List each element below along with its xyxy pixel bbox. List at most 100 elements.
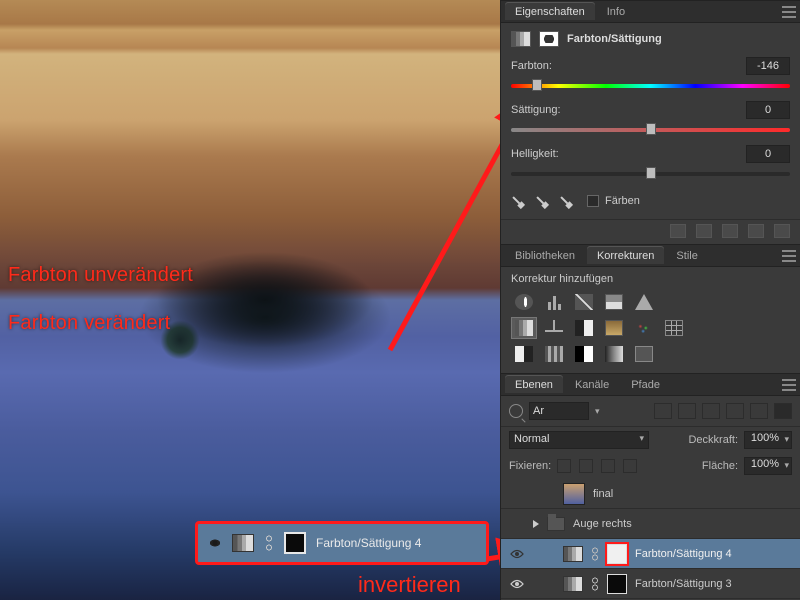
visibility-toggle[interactable] <box>509 546 525 562</box>
eyedropper-add-icon[interactable] <box>532 192 552 212</box>
adjustments-panel: Bibliotheken Korrekturen Stile Korrektur… <box>501 244 800 373</box>
layer-row-hue-sat-4[interactable]: Farbton/Sättigung 4 <box>501 539 800 569</box>
curves-icon[interactable] <box>571 291 597 313</box>
selective-color-icon[interactable] <box>631 343 657 365</box>
black-white-icon[interactable] <box>571 317 597 339</box>
eye-icon <box>510 549 524 559</box>
lock-all-icon[interactable] <box>623 459 637 473</box>
saturation-slider-thumb[interactable] <box>646 123 656 135</box>
colorize-checkbox[interactable] <box>587 195 599 207</box>
filter-pixel-icon[interactable] <box>654 403 672 419</box>
mask-thumbnail[interactable] <box>607 574 627 594</box>
tab-properties[interactable]: Eigenschaften <box>505 3 595 20</box>
layer-row-group-auge-rechts[interactable]: Auge rechts <box>501 509 800 539</box>
reset-adjustment-icon[interactable] <box>722 224 738 238</box>
adjustment-thumbnail[interactable] <box>563 546 583 562</box>
layer-name: Farbton/Sättigung 4 <box>635 548 732 560</box>
lock-pixels-icon[interactable] <box>579 459 593 473</box>
channel-mixer-icon[interactable] <box>631 317 657 339</box>
toggle-visibility-icon[interactable] <box>748 224 764 238</box>
view-previous-state-icon[interactable] <box>696 224 712 238</box>
tab-libraries[interactable]: Bibliotheken <box>505 247 585 264</box>
adjustment-thumbnail-icon <box>232 534 254 552</box>
colorize-label: Färben <box>605 195 640 207</box>
lock-label: Fixieren: <box>509 460 551 472</box>
visibility-eye-icon <box>208 536 222 550</box>
adjustments-hint: Korrektur hinzufügen <box>511 273 790 285</box>
layers-panel: Ebenen Kanäle Pfade ▾ <box>501 373 800 600</box>
layer-thumbnail[interactable] <box>563 483 585 505</box>
visibility-toggle[interactable] <box>509 486 525 502</box>
saturation-label: Sättigung: <box>511 104 561 116</box>
opacity-input[interactable]: 100% <box>744 431 792 449</box>
properties-panel: Eigenschaften Info Farbton/Sättigung Far… <box>501 0 800 244</box>
delete-adjustment-icon[interactable] <box>774 224 790 238</box>
fill-input[interactable]: 100% <box>744 457 792 475</box>
saturation-slider[interactable] <box>511 125 790 135</box>
brightness-contrast-icon[interactable] <box>511 291 537 313</box>
color-lookup-icon[interactable] <box>661 317 687 339</box>
tab-layers[interactable]: Ebenen <box>505 376 563 393</box>
adjustment-type-icon[interactable] <box>511 31 531 47</box>
hue-saturation-icon[interactable] <box>511 317 537 339</box>
eyedropper-icon[interactable] <box>508 192 528 212</box>
lightness-slider[interactable] <box>511 169 790 179</box>
clip-to-layer-icon[interactable] <box>670 224 686 238</box>
gradient-map-icon[interactable] <box>601 343 627 365</box>
vibrance-icon[interactable] <box>631 291 657 313</box>
filter-toggle-icon[interactable] <box>774 403 792 419</box>
layer-name: Farbton/Sättigung 3 <box>635 578 732 590</box>
tab-channels[interactable]: Kanäle <box>565 376 619 393</box>
search-icon[interactable] <box>509 404 523 418</box>
tab-paths[interactable]: Pfade <box>621 376 670 393</box>
hue-slider[interactable] <box>511 81 790 91</box>
tab-styles[interactable]: Stile <box>666 247 707 264</box>
document-viewport[interactable]: Farbton unverändert Farbton verändert Fa… <box>0 0 500 600</box>
filter-adjustment-icon[interactable] <box>678 403 696 419</box>
filter-type-icon[interactable] <box>702 403 720 419</box>
annotation-invert-label: invertieren <box>358 572 461 598</box>
saturation-value-input[interactable]: 0 <box>746 101 790 119</box>
annotation-hue-unchanged: Farbton unverändert <box>8 264 193 287</box>
lock-transparency-icon[interactable] <box>557 459 571 473</box>
mask-mode-icon[interactable] <box>539 31 559 47</box>
panel-menu-icon[interactable] <box>782 250 796 262</box>
eyedropper-subtract-icon[interactable] <box>556 192 576 212</box>
lightness-value-input[interactable]: 0 <box>746 145 790 163</box>
exposure-icon[interactable] <box>601 291 627 313</box>
threshold-icon[interactable] <box>571 343 597 365</box>
disclosure-triangle-icon[interactable] <box>533 520 539 528</box>
folder-icon <box>547 517 565 531</box>
lightness-slider-thumb[interactable] <box>646 167 656 179</box>
lock-position-icon[interactable] <box>601 459 615 473</box>
layer-row-final[interactable]: final <box>501 479 800 509</box>
visibility-toggle[interactable] <box>509 576 525 592</box>
tab-info[interactable]: Info <box>597 3 635 20</box>
filter-shape-icon[interactable] <box>726 403 744 419</box>
link-icon[interactable] <box>591 547 599 561</box>
tab-adjustments[interactable]: Korrekturen <box>587 247 664 264</box>
color-balance-icon[interactable] <box>541 317 567 339</box>
photo-filter-icon[interactable] <box>601 317 627 339</box>
invert-icon[interactable] <box>511 343 537 365</box>
mask-thumbnail[interactable] <box>607 544 627 564</box>
annotation-layer-callout: Farbton/Sättigung 4 <box>195 521 489 565</box>
annotation-hue-changed: Farbton verändert <box>8 312 170 335</box>
levels-icon[interactable] <box>541 291 567 313</box>
posterize-icon[interactable] <box>541 343 567 365</box>
adjustment-title: Farbton/Sättigung <box>567 33 662 45</box>
panel-menu-icon[interactable] <box>782 379 796 391</box>
fill-label: Fläche: <box>702 460 738 472</box>
link-icon <box>264 534 274 552</box>
hue-value-input[interactable]: -146 <box>746 57 790 75</box>
hue-slider-thumb[interactable] <box>532 79 542 91</box>
layer-row-hue-sat-3[interactable]: Farbton/Sättigung 3 <box>501 569 800 599</box>
layer-filter-input[interactable] <box>529 402 589 420</box>
layer-mask-black-thumbnail <box>284 532 306 554</box>
filter-smart-icon[interactable] <box>750 403 768 419</box>
panel-menu-icon[interactable] <box>782 6 796 18</box>
visibility-toggle[interactable] <box>509 516 525 532</box>
adjustment-thumbnail[interactable] <box>563 576 583 592</box>
blend-mode-select[interactable]: Normal <box>509 431 649 449</box>
link-icon[interactable] <box>591 577 599 591</box>
